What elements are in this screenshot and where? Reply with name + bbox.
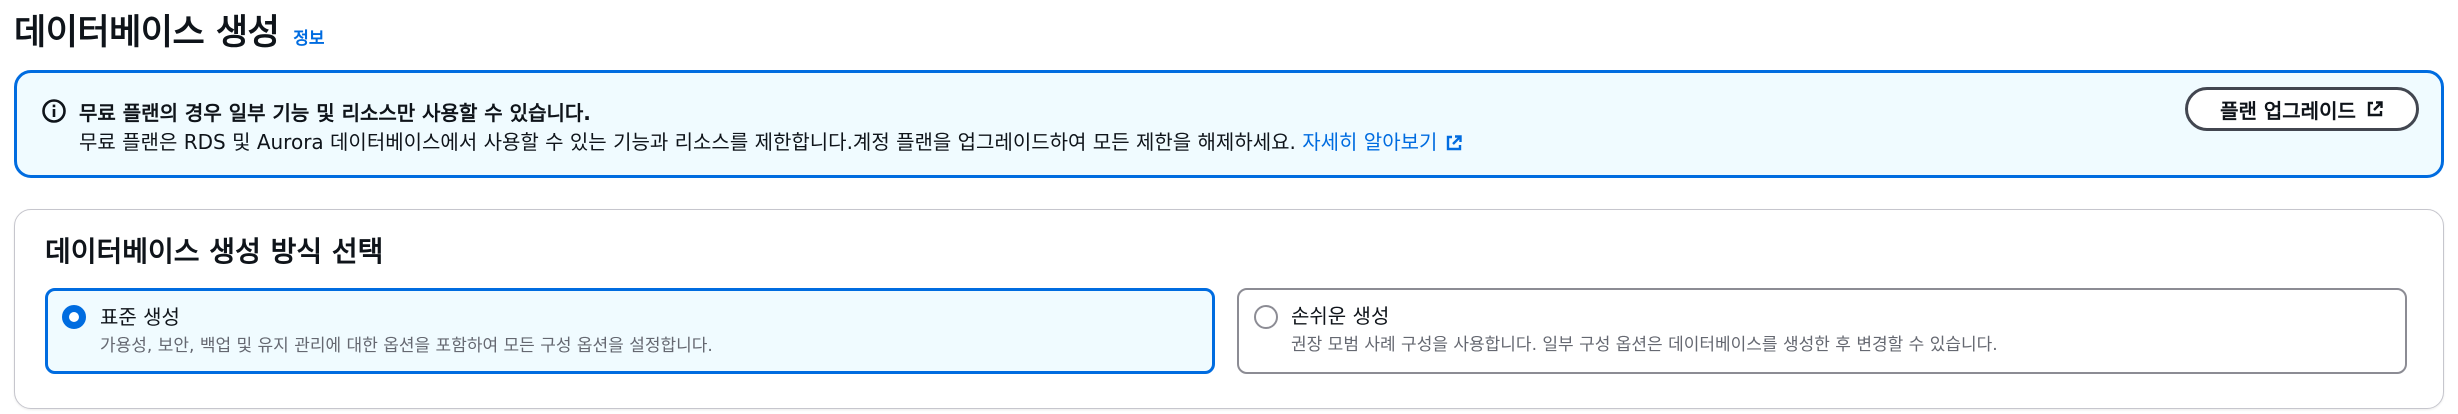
standard-create-tile[interactable]: 표준 생성 가용성, 보안, 백업 및 유지 관리에 대한 옵션을 포함하여 모…: [45, 288, 1215, 374]
alert-title: 무료 플랜의 경우 일부 기능 및 리소스만 사용할 수 있습니다.: [79, 101, 591, 125]
tile-description: 권장 모범 사례 구성을 사용합니다. 일부 구성 옵션은 데이터베이스를 생성…: [1291, 335, 1998, 355]
tile-description: 가용성, 보안, 백업 및 유지 관리에 대한 옵션을 포함하여 모든 구성 옵…: [100, 336, 713, 356]
learn-more-link[interactable]: 자세히 알아보기: [1302, 130, 1463, 154]
creation-method-panel: 데이터베이스 생성 방식 선택 표준 생성 가용성, 보안, 백업 및 유지 관…: [14, 209, 2444, 409]
learn-more-label: 자세히 알아보기: [1302, 130, 1438, 154]
external-link-icon: [1447, 135, 1463, 151]
page-header: 데이터베이스 생성 정보: [14, 4, 325, 55]
easy-create-radio[interactable]: [1254, 305, 1278, 329]
info-icon: [42, 99, 66, 123]
alert-body-text: 무료 플랜은 RDS 및 Aurora 데이터베이스에서 사용할 수 있는 기능…: [79, 130, 1296, 154]
easy-create-tile[interactable]: 손쉬운 생성 권장 모범 사례 구성을 사용합니다. 일부 구성 옵션은 데이터…: [1237, 288, 2407, 374]
info-link[interactable]: 정보: [293, 24, 324, 49]
upgrade-plan-button[interactable]: 플랜 업그레이드: [2185, 87, 2419, 131]
tile-title: 표준 생성: [100, 305, 180, 329]
upgrade-plan-label: 플랜 업그레이드: [2220, 98, 2356, 123]
alert-body: 무료 플랜은 RDS 및 Aurora 데이터베이스에서 사용할 수 있는 기능…: [79, 126, 1463, 155]
page-title: 데이터베이스 생성: [14, 13, 280, 53]
free-plan-alert: 무료 플랜의 경우 일부 기능 및 리소스만 사용할 수 있습니다. 무료 플랜…: [14, 70, 2444, 178]
section-title: 데이터베이스 생성 방식 선택: [45, 235, 384, 268]
tile-title: 손쉬운 생성: [1291, 304, 1390, 328]
external-link-icon: [2367, 101, 2383, 117]
standard-create-radio[interactable]: [62, 305, 86, 329]
page: 데이터베이스 생성 정보 무료 플랜의 경우 일부 기능 및 리소스만 사용할 …: [0, 0, 2458, 414]
